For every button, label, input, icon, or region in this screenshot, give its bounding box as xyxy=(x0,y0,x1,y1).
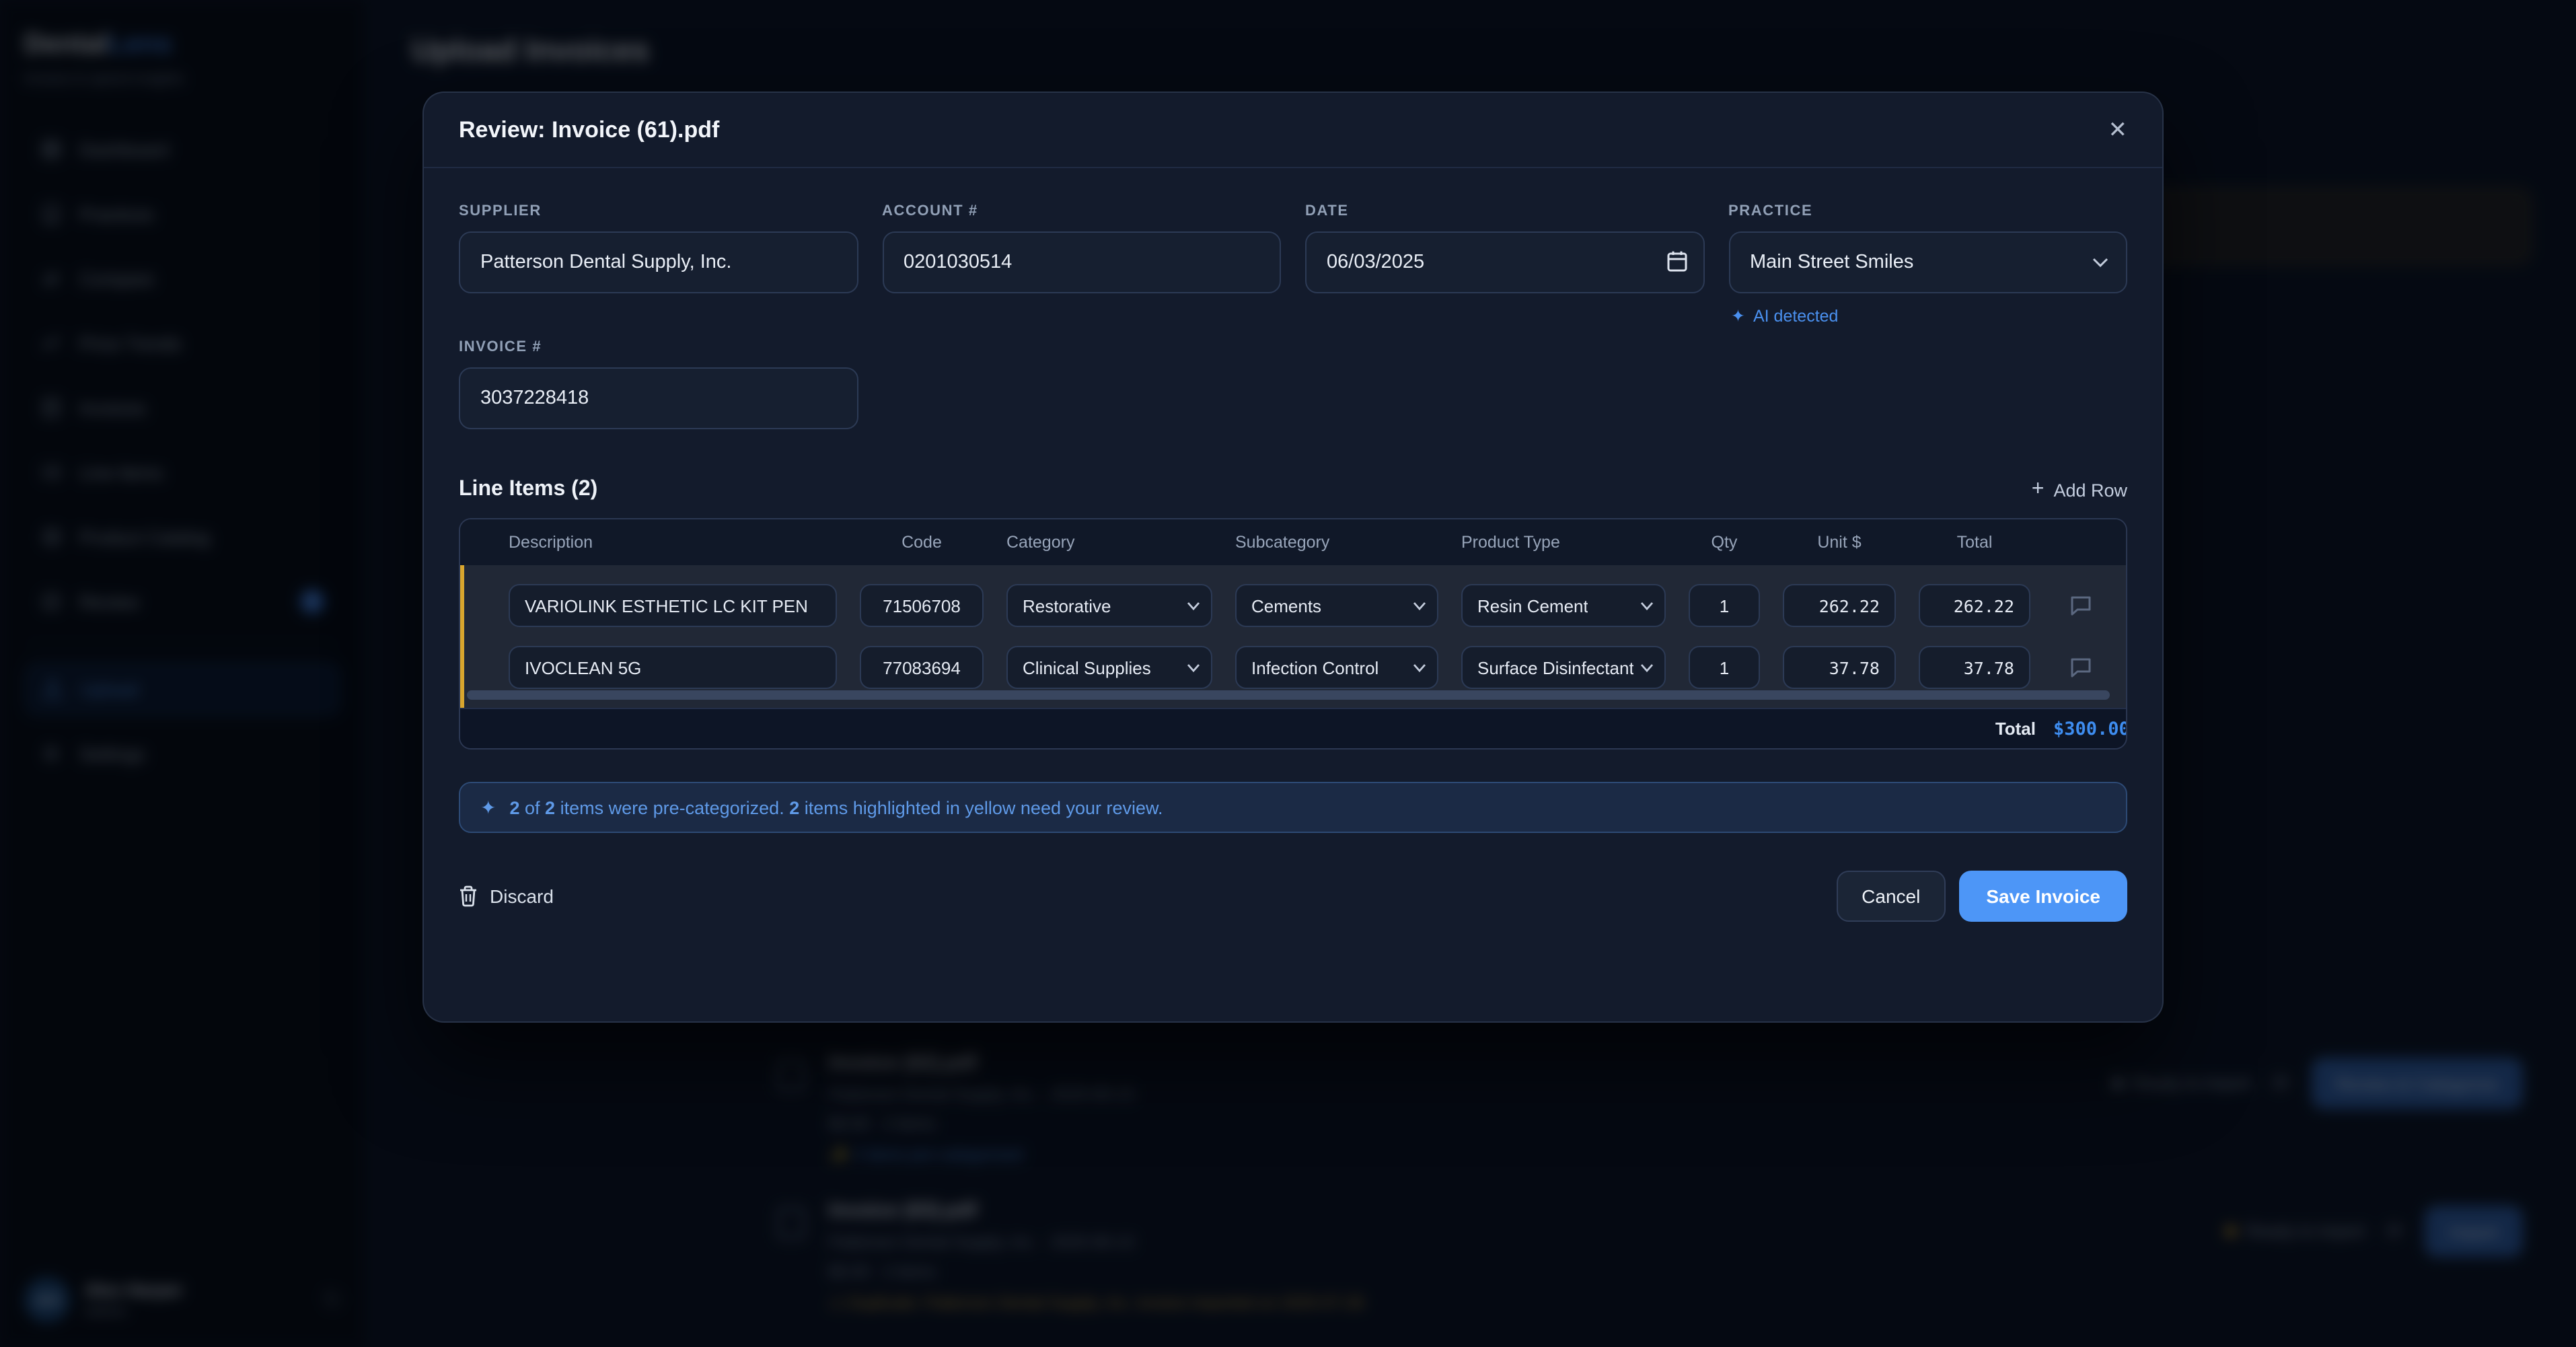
subcategory-value: Infection Control xyxy=(1251,657,1378,678)
invoice-fields-row: SUPPLIER ACCOUNT # DATE PRACTICE xyxy=(459,203,2127,293)
line-items-header: Line Items (2) + Add Row xyxy=(459,478,2127,502)
supplier-field: SUPPLIER xyxy=(459,203,858,293)
discard-button[interactable]: Discard xyxy=(459,885,554,907)
column-qty: Qty xyxy=(1689,533,1760,552)
practice-select[interactable]: Main Street Smiles xyxy=(1728,231,2127,293)
account-label: ACCOUNT # xyxy=(882,203,1281,219)
product-type-select[interactable]: Resin Cement xyxy=(1461,584,1666,627)
review-invoice-modal: Review: Invoice (61).pdf ✕ SUPPLIER ACCO… xyxy=(422,92,2164,1023)
add-row-label: Add Row xyxy=(2053,480,2127,500)
notice-text: 2 of 2 items were pre-categorized. 2 ite… xyxy=(509,797,1163,817)
modal-header: Review: Invoice (61).pdf ✕ xyxy=(424,93,2162,168)
add-row-button[interactable]: + Add Row xyxy=(2032,478,2127,502)
qty-input[interactable] xyxy=(1689,584,1760,627)
modal-title: Review: Invoice (61).pdf xyxy=(459,116,719,143)
practice-value: Main Street Smiles xyxy=(1750,252,1913,273)
column-code: Code xyxy=(860,533,984,552)
column-unit-price: Unit $ xyxy=(1783,533,1896,552)
chevron-down-icon xyxy=(1640,663,1654,672)
subcategory-select[interactable]: Infection Control xyxy=(1235,646,1438,689)
close-icon[interactable]: ✕ xyxy=(2108,116,2128,143)
sparkles-icon: ✦ xyxy=(480,796,496,819)
account-input[interactable] xyxy=(882,231,1281,293)
qty-input[interactable] xyxy=(1689,646,1760,689)
table-total-row: Total $300.00 xyxy=(460,708,2126,748)
line-item-row: Clinical Supplies Infection Control Surf… xyxy=(464,636,2126,698)
category-value: Restorative xyxy=(1023,595,1111,616)
comment-icon[interactable] xyxy=(2053,595,2107,616)
subcategory-value: Cements xyxy=(1251,595,1321,616)
date-input[interactable] xyxy=(1305,231,1704,293)
column-product-type: Product Type xyxy=(1461,533,1666,552)
invoice-number-input[interactable] xyxy=(459,367,858,429)
code-input[interactable] xyxy=(860,584,984,627)
line-items-table: Description Code Category Subcategory Pr… xyxy=(459,518,2127,750)
column-total: Total xyxy=(1919,533,2030,552)
subcategory-select[interactable]: Cements xyxy=(1235,584,1438,627)
plus-icon: + xyxy=(2032,478,2045,502)
table-header-row: Description Code Category Subcategory Pr… xyxy=(460,519,2126,565)
code-input[interactable] xyxy=(860,646,984,689)
cancel-button[interactable]: Cancel xyxy=(1836,871,1946,922)
chevron-down-icon xyxy=(1413,601,1426,610)
chevron-down-icon xyxy=(1187,663,1200,672)
horizontal-scrollbar[interactable] xyxy=(467,690,2110,700)
grand-total-value: $300.00 xyxy=(2053,718,2126,739)
total-input[interactable] xyxy=(1919,584,2030,627)
ai-detected-text: AI detected xyxy=(1753,306,1839,325)
column-subcategory: Subcategory xyxy=(1235,533,1438,552)
sparkle-icon: ✦ xyxy=(1731,305,1745,326)
unit-price-input[interactable] xyxy=(1783,646,1896,689)
product-type-value: Resin Cement xyxy=(1477,595,1588,616)
modal-footer: Discard Cancel Save Invoice xyxy=(459,871,2127,922)
app-window: DentalLens Invoice & spend insights Dash… xyxy=(0,0,2576,1347)
precategorization-notice: ✦ 2 of 2 items were pre-categorized. 2 i… xyxy=(459,782,2127,833)
product-type-value: Surface Disinfectant xyxy=(1477,657,1634,678)
line-items-title: Line Items (2) xyxy=(459,478,597,502)
ai-detected-helper: ✦ AI detected xyxy=(1731,305,1838,326)
calendar-icon[interactable] xyxy=(1666,250,1687,272)
chevron-down-icon xyxy=(1187,601,1200,610)
grand-total-label: Total xyxy=(1995,719,2036,739)
trash-icon xyxy=(459,885,478,907)
column-category: Category xyxy=(1006,533,1212,552)
category-select[interactable]: Clinical Supplies xyxy=(1006,646,1212,689)
discard-label: Discard xyxy=(490,885,554,907)
invoice-number-label: INVOICE # xyxy=(459,339,858,355)
description-input[interactable] xyxy=(509,584,837,627)
total-input[interactable] xyxy=(1919,646,2030,689)
highlighted-rows-group: Restorative Cements Resin Cement Clinica… xyxy=(460,565,2126,708)
date-field: DATE xyxy=(1305,203,1704,293)
unit-price-input[interactable] xyxy=(1783,584,1896,627)
practice-field: PRACTICE Main Street Smiles ✦ AI detecte… xyxy=(1728,203,2127,293)
save-invoice-button[interactable]: Save Invoice xyxy=(1959,871,2127,922)
column-description: Description xyxy=(509,533,837,552)
category-value: Clinical Supplies xyxy=(1023,657,1151,678)
invoice-number-field: INVOICE # xyxy=(459,339,858,429)
supplier-input[interactable] xyxy=(459,231,858,293)
supplier-label: SUPPLIER xyxy=(459,203,858,219)
chevron-down-icon xyxy=(1413,663,1426,672)
product-type-select[interactable]: Surface Disinfectant xyxy=(1461,646,1666,689)
practice-label: PRACTICE xyxy=(1728,203,2127,219)
comment-icon[interactable] xyxy=(2053,657,2107,678)
category-select[interactable]: Restorative xyxy=(1006,584,1212,627)
account-field: ACCOUNT # xyxy=(882,203,1281,293)
chevron-down-icon xyxy=(2092,257,2108,268)
chevron-down-icon xyxy=(1640,601,1654,610)
description-input[interactable] xyxy=(509,646,837,689)
line-item-row: Restorative Cements Resin Cement xyxy=(464,575,2126,636)
date-label: DATE xyxy=(1305,203,1704,219)
